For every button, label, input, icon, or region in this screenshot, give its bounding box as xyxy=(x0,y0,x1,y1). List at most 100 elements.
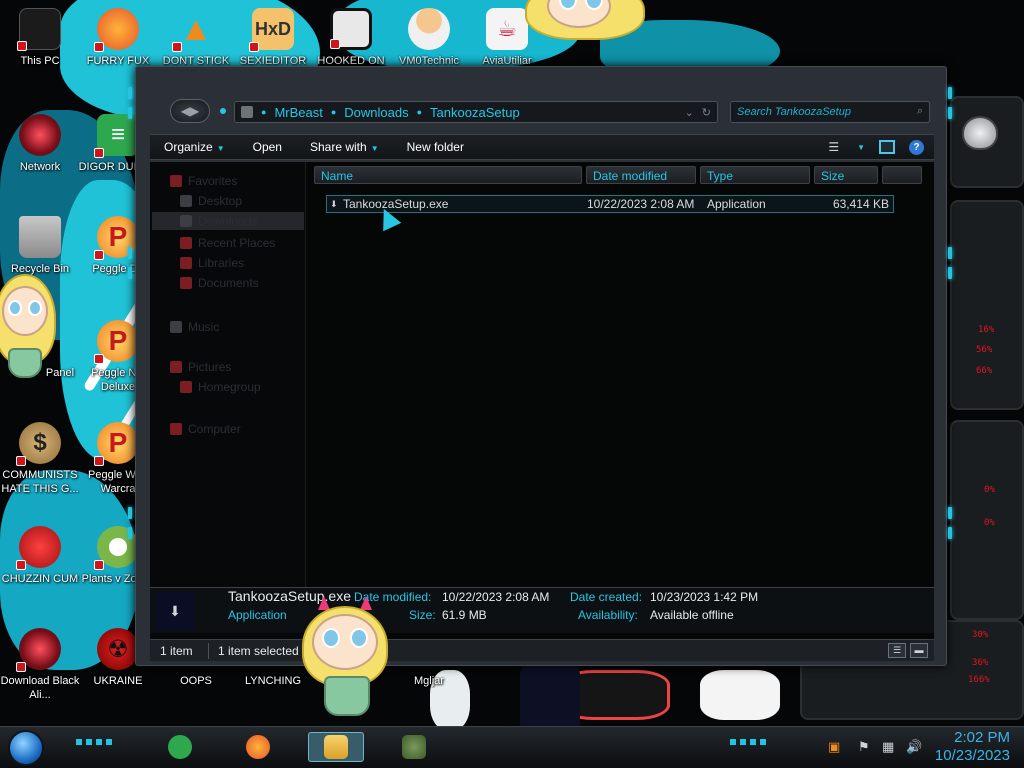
nav-item-computer[interactable]: Computer xyxy=(170,420,241,438)
nav-item-libraries[interactable]: Libraries xyxy=(180,254,244,272)
taskbar-app-spreadsheet[interactable] xyxy=(152,732,208,762)
help-icon[interactable]: ? xyxy=(909,139,924,155)
recent-places-icon xyxy=(180,237,192,249)
file-thumbnail-icon: ⬇ xyxy=(156,592,194,630)
details-view-icon[interactable]: ☰ xyxy=(888,643,906,658)
open-button[interactable]: Open xyxy=(239,140,296,154)
library-icon xyxy=(180,257,192,269)
network-tray-icon[interactable]: ▦ xyxy=(882,739,894,755)
share-with-button[interactable]: Share with ▼ xyxy=(296,140,393,154)
nav-item-pictures[interactable]: Pictures xyxy=(170,358,231,376)
firefox-icon xyxy=(94,8,139,52)
firefox-icon xyxy=(246,735,270,759)
nav-label: Favorites xyxy=(188,174,238,188)
clock-date: 10/23/2023 xyxy=(934,747,1010,764)
column-header-size[interactable]: Size xyxy=(814,166,878,184)
folder-icon xyxy=(241,106,253,118)
desktop-icon-download-alienware[interactable]: Download Black Ali... xyxy=(0,628,80,702)
search-icon[interactable]: ⌕ xyxy=(917,105,923,118)
column-header-type[interactable]: Type xyxy=(700,166,810,184)
desktop-icon-this-pc[interactable]: This PC xyxy=(0,8,80,68)
volume-icon[interactable]: 🔊 xyxy=(906,739,922,755)
nav-label: Desktop xyxy=(198,194,243,208)
taskbar-app-minecraft[interactable] xyxy=(386,732,442,762)
desktop-icon-communists[interactable]: $ COMMUNISTS HATE THIS G... xyxy=(0,422,80,496)
breadcrumb-mrbeast[interactable]: MrBeast xyxy=(274,105,322,120)
column-header-name[interactable]: Name xyxy=(314,166,582,184)
breadcrumb-separator-icon: ● xyxy=(330,107,337,117)
wallpaper-readout: 0% xyxy=(984,518,995,528)
tray-app-icon[interactable]: ▣ xyxy=(828,739,840,755)
desktop-icon-label: Download Black Ali... xyxy=(0,675,80,701)
address-bar[interactable]: ● MrBeast ● Downloads ● TankoozaSetup ⌄ … xyxy=(234,101,718,123)
taskbar: ▣ ⚑ ▦ 🔊 2:02 PM 10/23/2023 xyxy=(0,726,1024,768)
spreadsheet-icon xyxy=(168,735,192,759)
chevron-down-icon: ▼ xyxy=(216,144,225,153)
nav-item-desktop[interactable]: Desktop xyxy=(180,192,242,210)
organize-label: Organize xyxy=(164,140,213,154)
organize-button[interactable]: Organize ▼ xyxy=(150,140,239,154)
flag-icon[interactable]: ⚑ xyxy=(858,739,870,755)
system-clock[interactable]: 2:02 PM 10/23/2023 xyxy=(935,729,1010,765)
desktop-icon-dont-stick[interactable]: ▲ DONT STICK xyxy=(156,8,236,68)
details-size-label: Size: xyxy=(409,608,436,622)
file-row[interactable]: ⬇ TankoozaSetup.exe 10/22/2023 2:08 AM A… xyxy=(326,195,894,213)
wallpaper-readout: 36% xyxy=(972,658,989,668)
share-with-label: Share with xyxy=(309,140,367,154)
details-availability: Available offline xyxy=(650,608,734,622)
nav-label: Documents xyxy=(198,276,259,290)
file-type: Application xyxy=(707,197,766,211)
nav-label: Recent Places xyxy=(198,236,276,250)
large-icons-view-icon[interactable]: ▬ xyxy=(910,643,928,658)
file-size: 63,414 KB xyxy=(832,197,889,211)
desktop-icon-hooked-on[interactable]: HOOKED ON xyxy=(311,8,391,68)
start-button[interactable] xyxy=(8,730,44,766)
file-explorer-window: ◀▶ ● MrBeast ● Downloads ● TankoozaSetup… xyxy=(128,66,952,666)
column-header-date-modified[interactable]: Date modified xyxy=(586,166,696,184)
maze-game-icon xyxy=(330,8,372,50)
radiation-icon: ☢ xyxy=(97,628,139,670)
address-dropdown-icon[interactable]: ⌄ xyxy=(685,106,694,119)
taskbar-app-file-explorer[interactable] xyxy=(308,732,364,762)
desktop-icon-vm0technic[interactable]: VM0Technic xyxy=(389,8,469,68)
nav-label: Libraries xyxy=(198,256,245,270)
nav-item-recent-places[interactable]: Recent Places xyxy=(180,234,275,252)
nav-item-music[interactable]: Music xyxy=(170,318,219,336)
status-selected: 1 item selected xyxy=(218,644,299,658)
nav-item-documents[interactable]: Documents xyxy=(180,274,259,292)
file-list-pane: Name Date modified Type Size ⬇ TankoozaS… xyxy=(308,162,934,640)
new-folder-button[interactable]: New folder xyxy=(393,140,478,154)
details-filetype: Application xyxy=(228,608,287,622)
desktop-icon-label: Mgljar xyxy=(414,675,444,687)
change-view-icon[interactable]: ☰ xyxy=(828,140,839,154)
recent-dot-icon xyxy=(220,108,226,114)
preview-pane-icon[interactable] xyxy=(879,140,895,154)
folder-icon xyxy=(324,735,348,759)
taskbar-app-firefox[interactable] xyxy=(230,732,286,762)
documents-icon xyxy=(180,277,192,289)
homegroup-icon xyxy=(180,381,192,393)
refresh-icon[interactable]: ↻ xyxy=(702,106,711,119)
nav-item-homegroup[interactable]: Homegroup xyxy=(180,378,261,396)
search-placeholder: Search TankoozaSetup xyxy=(737,106,851,118)
breadcrumb-tankoozasetup[interactable]: TankoozaSetup xyxy=(430,105,520,120)
desktop-icon-network[interactable]: Network xyxy=(0,114,80,174)
back-forward-buttons[interactable]: ◀▶ xyxy=(170,99,210,123)
installer-icon: ⬇ xyxy=(330,198,338,209)
network-globe-icon xyxy=(19,114,61,156)
desktop-icon-chuzzin-cum[interactable]: CHUZZIN CUM xyxy=(0,526,80,600)
nav-item-favorites[interactable]: Favorites xyxy=(170,172,237,190)
alienware-orb-icon xyxy=(16,628,61,672)
breadcrumb-separator-icon: ● xyxy=(261,107,267,117)
nav-item-downloads[interactable]: Downloads xyxy=(180,212,257,230)
breadcrumb-downloads[interactable]: Downloads xyxy=(344,105,408,120)
chevron-down-icon: ▼ xyxy=(370,144,379,153)
desktop-icon-sexieditor[interactable]: HxD SEXIEDITOR xyxy=(233,8,313,68)
status-bar: 1 item 1 item selected ☰ ▬ xyxy=(150,639,934,661)
search-input[interactable]: Search TankoozaSetup ⌕ xyxy=(730,101,930,123)
chevron-down-icon[interactable]: ▼ xyxy=(857,143,865,152)
recycle-bin-icon xyxy=(19,216,61,258)
desktop-icon-furry-fux[interactable]: FURRY FUX xyxy=(78,8,158,68)
hxd-editor-icon: HxD xyxy=(249,8,294,52)
cartoon-girl-sticker xyxy=(515,0,665,50)
